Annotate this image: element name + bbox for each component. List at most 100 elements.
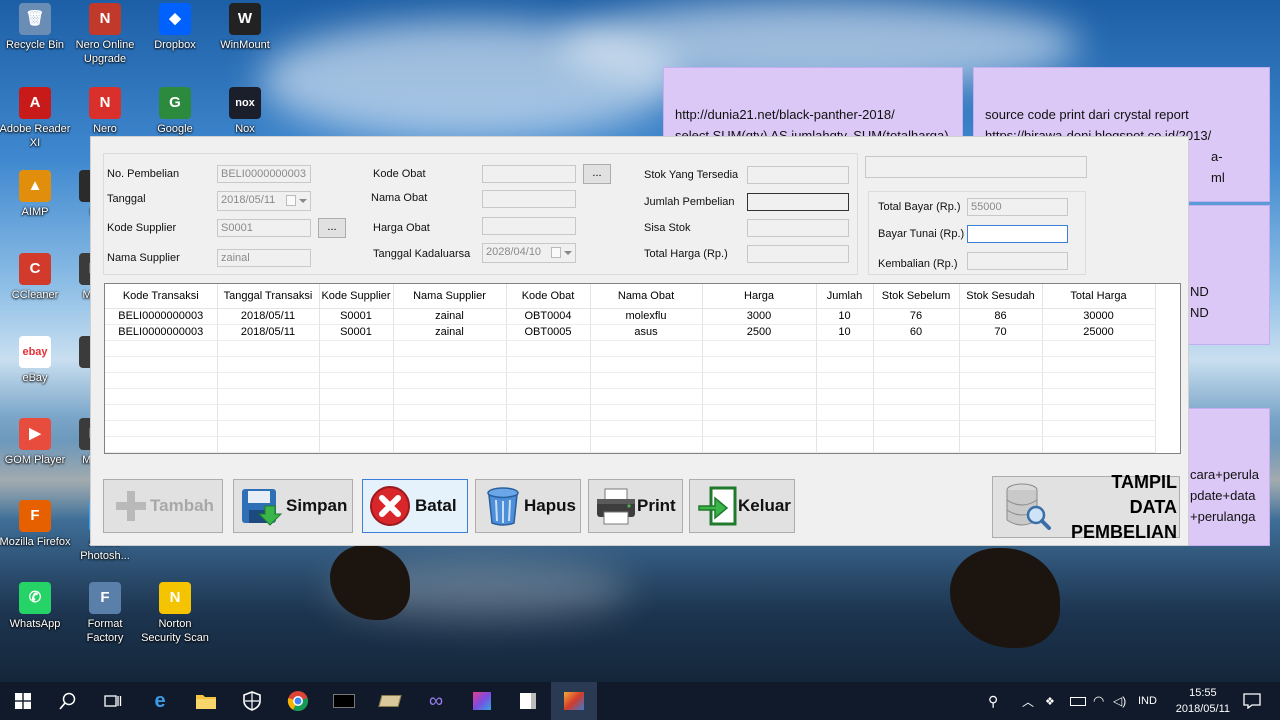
- info-display-field[interactable]: [865, 156, 1087, 178]
- tray-dropbox-button[interactable]: ❖: [1045, 682, 1055, 720]
- table-cell[interactable]: 10: [816, 308, 874, 325]
- desktop-icon[interactable]: N Nero Online Upgrade: [69, 3, 141, 66]
- wallpaper-rock: [950, 548, 1060, 648]
- tampil-data-pembelian-button[interactable]: TAMPIL DATA PEMBELIAN: [992, 472, 1180, 542]
- search-button[interactable]: [45, 682, 91, 720]
- empty-cell: [816, 436, 874, 453]
- sticky-note[interactable]: ND ND: [1180, 205, 1270, 345]
- grid-column-header[interactable]: Stok Sesudah: [959, 284, 1043, 309]
- grid-column-header[interactable]: Kode Obat: [506, 284, 591, 309]
- exit-icon: [694, 483, 740, 529]
- empty-row: [105, 404, 1156, 421]
- table-cell[interactable]: 25000: [1042, 324, 1156, 341]
- app-taskbar-button[interactable]: [367, 682, 413, 720]
- table-cell[interactable]: OBT0004: [506, 308, 591, 325]
- language-indicator[interactable]: IND: [1138, 682, 1157, 720]
- task-view-button[interactable]: [90, 682, 136, 720]
- table-cell[interactable]: 30000: [1042, 308, 1156, 325]
- grid-column-header[interactable]: Nama Supplier: [393, 284, 507, 309]
- grid-column-header[interactable]: Stok Sebelum: [873, 284, 960, 309]
- people-button[interactable]: ⚲: [988, 682, 998, 720]
- table-cell[interactable]: 60: [873, 324, 960, 341]
- table-cell[interactable]: 10: [816, 324, 874, 341]
- grid-column-header[interactable]: Kode Supplier: [319, 284, 394, 309]
- hapus-button[interactable]: Hapus: [475, 479, 581, 533]
- kembalian-field[interactable]: [967, 252, 1068, 270]
- chrome-taskbar-button[interactable]: [275, 682, 321, 720]
- grid-column-header[interactable]: Kode Transaksi: [105, 284, 218, 309]
- batal-button[interactable]: Batal: [362, 479, 468, 533]
- desktop-icon[interactable]: F Format Factory: [69, 582, 141, 645]
- desktop-icon[interactable]: G Google: [139, 87, 211, 136]
- table-cell[interactable]: asus: [590, 324, 703, 341]
- table-cell[interactable]: S0001: [319, 324, 394, 341]
- empty-cell: [816, 356, 874, 373]
- tray-chevron-button[interactable]: ︿: [1022, 682, 1034, 720]
- empty-cell: [816, 372, 874, 389]
- keluar-button[interactable]: Keluar: [689, 479, 795, 533]
- action-center-button[interactable]: [1232, 682, 1272, 720]
- table-cell[interactable]: BELI0000000003: [105, 324, 218, 341]
- sticky-note[interactable]: http://dunia21.net/black-panther-2018/ s…: [663, 67, 963, 147]
- tray-battery-button[interactable]: [1070, 682, 1086, 720]
- empty-cell: [506, 436, 591, 453]
- empty-cell: [217, 388, 320, 405]
- start-button[interactable]: [0, 682, 46, 720]
- clock[interactable]: 15:55 2018/05/11: [1176, 685, 1230, 717]
- app-taskbar-button[interactable]: ∞: [413, 682, 459, 720]
- grid-column-header[interactable]: Nama Obat: [590, 284, 703, 309]
- print-button[interactable]: Print: [588, 479, 683, 533]
- empty-cell: [959, 436, 1043, 453]
- table-cell[interactable]: molexflu: [590, 308, 703, 325]
- simpan-button[interactable]: Simpan: [233, 479, 353, 533]
- table-cell[interactable]: 86: [959, 308, 1043, 325]
- desktop-icon[interactable]: F Mozilla Firefox: [0, 500, 71, 549]
- table-cell[interactable]: 2018/05/11: [217, 324, 320, 341]
- vb-app-taskbar-button[interactable]: [551, 682, 597, 720]
- desktop-icon[interactable]: W WinMount: [209, 3, 281, 52]
- grid-column-header[interactable]: Harga: [702, 284, 817, 309]
- empty-cell: [393, 356, 507, 373]
- desktop-icon[interactable]: nox Nox: [209, 87, 281, 136]
- app-icon: 🗑: [19, 3, 51, 35]
- app-taskbar-button[interactable]: [321, 682, 367, 720]
- explorer-taskbar-button[interactable]: [183, 682, 229, 720]
- table-cell[interactable]: 2018/05/11: [217, 308, 320, 325]
- table-cell[interactable]: S0001: [319, 308, 394, 325]
- total-bayar-field[interactable]: 55000: [967, 198, 1068, 216]
- desktop-icon[interactable]: ✆ WhatsApp: [0, 582, 71, 631]
- desktop-icon[interactable]: A Adobe Reader XI: [0, 87, 71, 150]
- edge-taskbar-button[interactable]: e: [137, 682, 183, 720]
- table-cell[interactable]: 76: [873, 308, 960, 325]
- table-cell[interactable]: BELI0000000003: [105, 308, 218, 325]
- table-cell[interactable]: zainal: [393, 324, 507, 341]
- desktop-icon-label: Adobe Reader XI: [0, 123, 71, 149]
- tray-volume-button[interactable]: ◁): [1113, 682, 1126, 720]
- bayar-tunai-field[interactable]: [967, 225, 1068, 243]
- app-icon: A: [19, 87, 51, 119]
- security-taskbar-button[interactable]: [229, 682, 275, 720]
- table-row[interactable]: BELI0000000003 2018/05/11 S0001 zainal OBT00…: [105, 308, 1156, 325]
- pembelian-data-grid[interactable]: Kode Transaksi Tanggal Transaksi Kode Supp…: [104, 283, 1181, 454]
- table-cell[interactable]: zainal: [393, 308, 507, 325]
- table-cell[interactable]: 2500: [702, 324, 817, 341]
- table-row[interactable]: BELI0000000003 2018/05/11 S0001 zainal OBT00…: [105, 324, 1156, 341]
- desktop-icon[interactable]: N Norton Security Scan: [139, 582, 211, 645]
- grid-column-header[interactable]: Jumlah: [816, 284, 874, 309]
- tampil-data-line1: TAMPIL DATA: [1111, 471, 1177, 517]
- tray-wifi-button[interactable]: ◠: [1093, 682, 1104, 720]
- table-cell[interactable]: 70: [959, 324, 1043, 341]
- grid-column-header[interactable]: Tanggal Transaksi: [217, 284, 320, 309]
- table-cell[interactable]: 3000: [702, 308, 817, 325]
- sticky-note[interactable]: cara+perula pdate+data +perulanga: [1180, 408, 1270, 546]
- package-icon: [473, 692, 491, 710]
- app-taskbar-button[interactable]: [459, 682, 505, 720]
- desktop-icon[interactable]: ◆ Dropbox: [139, 3, 211, 52]
- desktop-icon[interactable]: N Nero: [69, 87, 141, 136]
- table-cell[interactable]: OBT0005: [506, 324, 591, 341]
- tambah-button[interactable]: Tambah: [103, 479, 223, 533]
- app-taskbar-button[interactable]: [505, 682, 551, 720]
- grid-column-header[interactable]: Total Harga: [1042, 284, 1156, 309]
- desktop-icon[interactable]: 🗑 Recycle Bin: [0, 3, 71, 52]
- empty-cell: [959, 356, 1043, 373]
